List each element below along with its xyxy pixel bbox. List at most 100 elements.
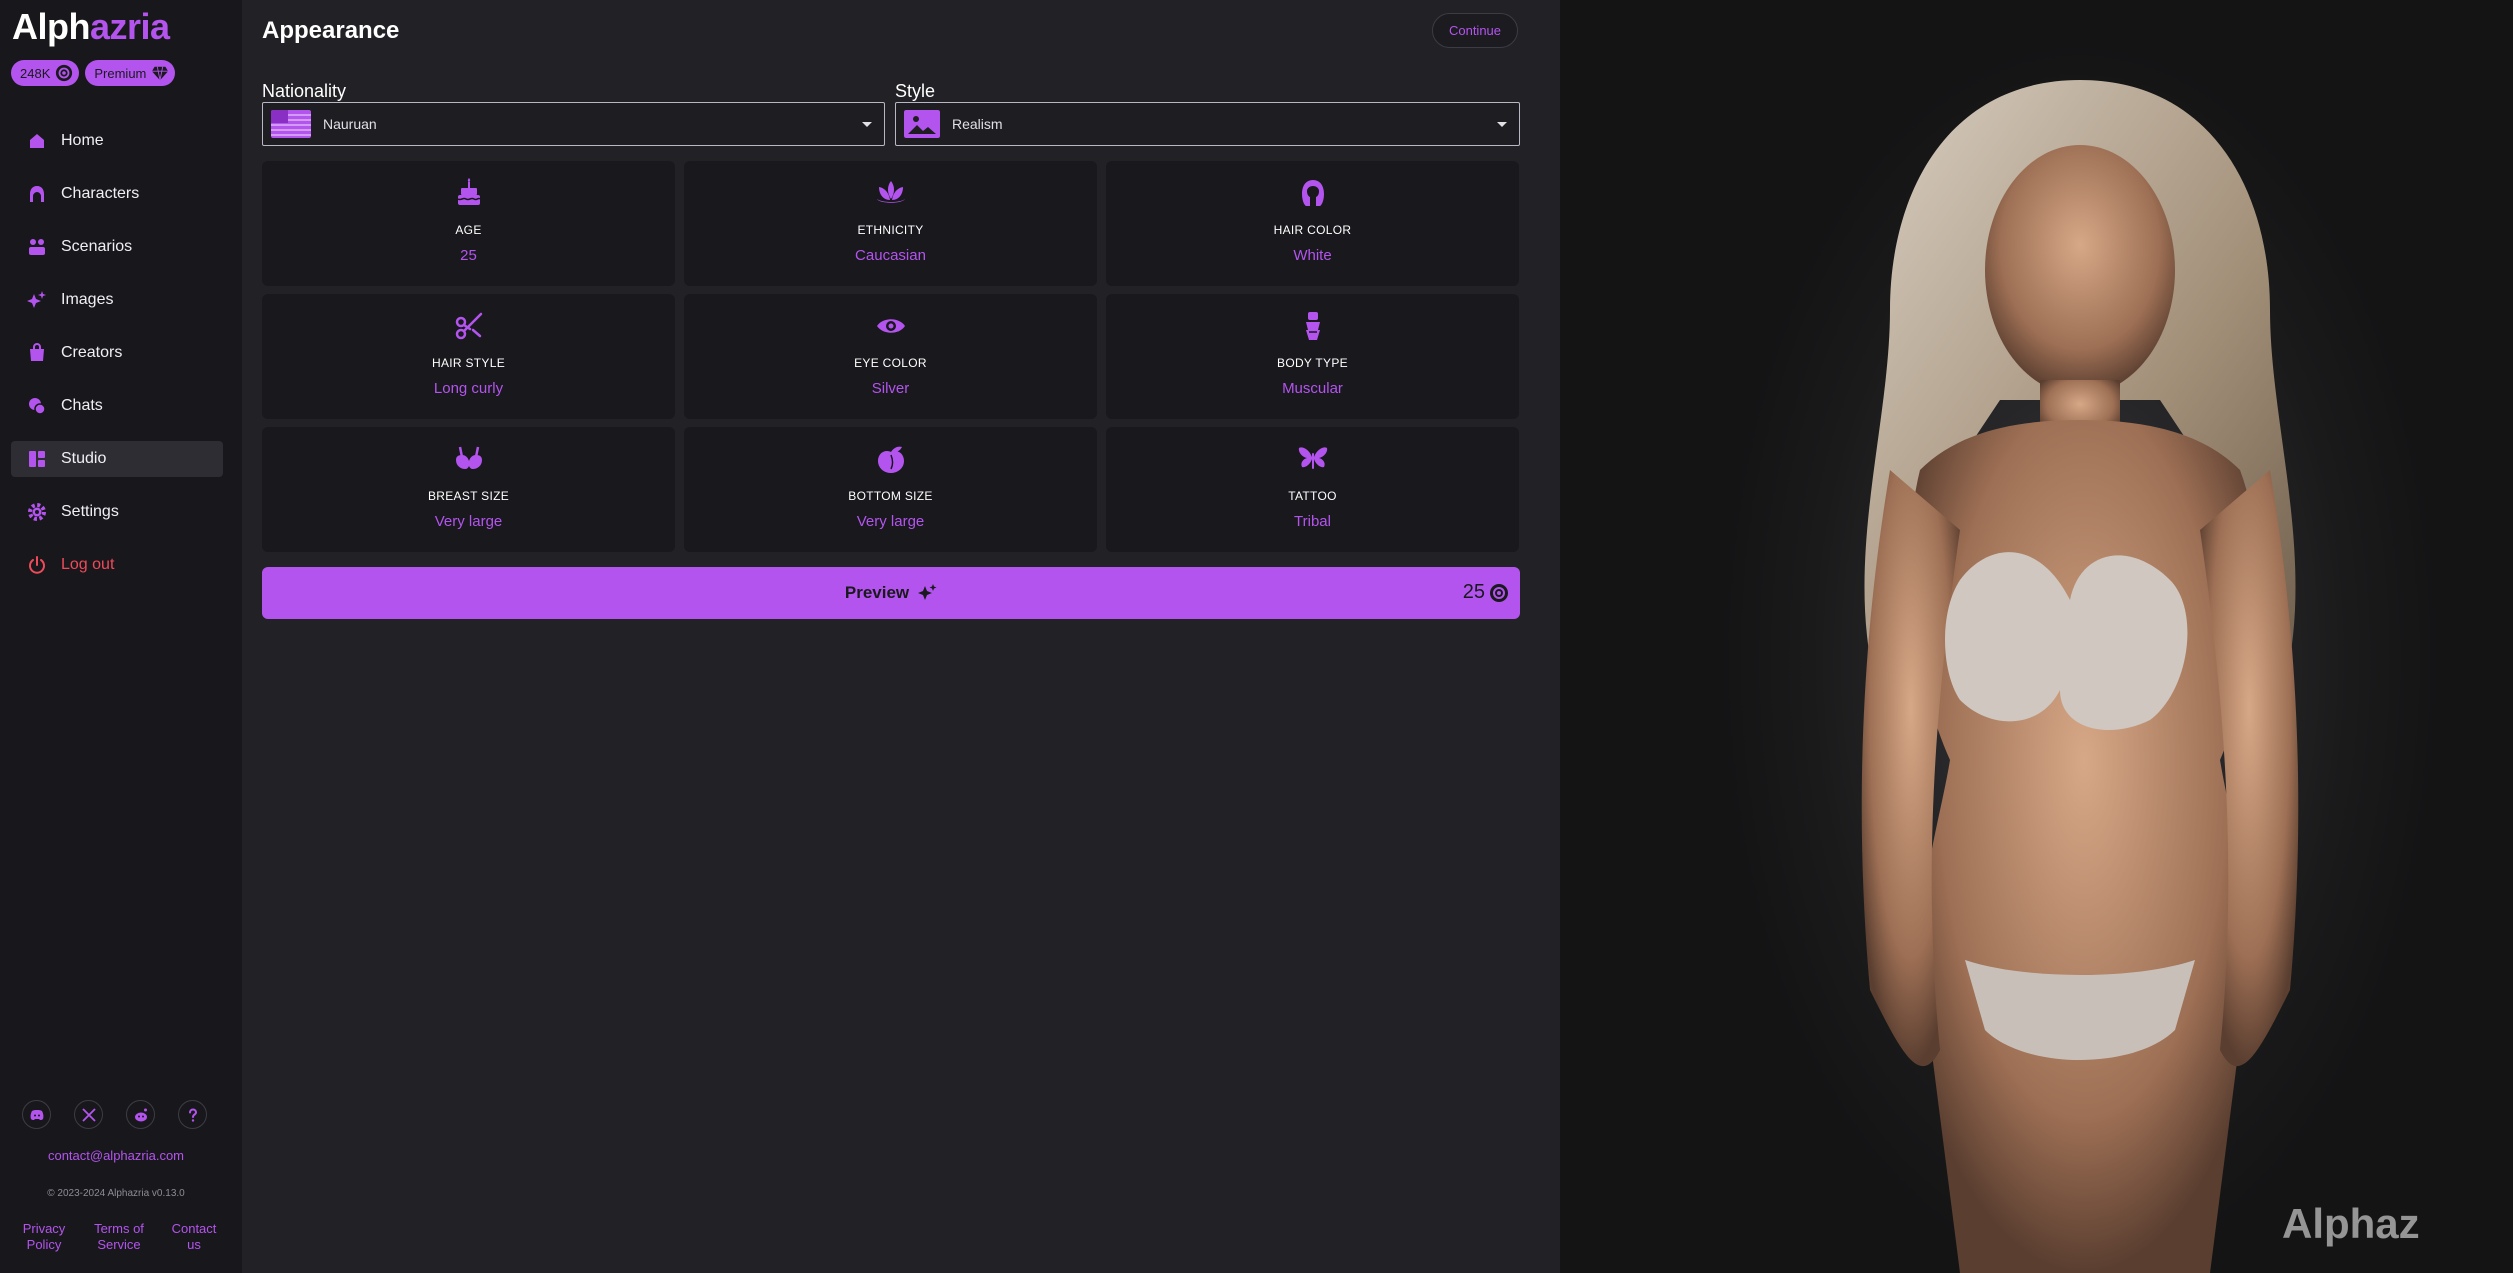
coin-icon (1490, 583, 1508, 602)
page-title: Appearance (262, 17, 400, 44)
hair-icon (1301, 180, 1324, 206)
contact-us-link[interactable]: Contact us (164, 1221, 224, 1253)
attribute-card-body-type[interactable]: BODY TYPE Muscular (1106, 294, 1519, 419)
sidebar-item-characters[interactable]: Characters (11, 176, 223, 212)
characters-icon (30, 186, 44, 202)
attribute-value: Silver (871, 380, 910, 397)
attribute-value: Long curly (433, 380, 504, 397)
reddit-icon (134, 1108, 147, 1121)
premium-label: Premium (94, 65, 147, 81)
sidebar: Alphazria 248K Premium Home Characters S… (0, 0, 242, 1273)
attribute-label: ETHNICITY (857, 223, 924, 237)
attribute-label: HAIR STYLE (431, 356, 506, 370)
character-preview-image: Alphaz (1560, 0, 2513, 1273)
power-icon (29, 556, 45, 574)
scissors-icon (455, 312, 482, 340)
sidebar-item-label: Images (61, 291, 114, 308)
nationality-select[interactable]: Nauruan (262, 102, 885, 146)
preview-button[interactable]: Preview 25 (262, 567, 1520, 619)
reddit-link[interactable] (126, 1100, 155, 1129)
attribute-card-breast-size[interactable]: BREAST SIZE Very large (262, 427, 675, 552)
discord-icon (30, 1109, 43, 1120)
attribute-card-eye-color[interactable]: EYE COLOR Silver (684, 294, 1097, 419)
sidebar-item-studio[interactable]: Studio (11, 441, 223, 477)
premium-badge[interactable]: Premium (85, 60, 176, 86)
continue-button[interactable]: Continue (1432, 13, 1518, 48)
sidebar-item-label: Log out (61, 556, 115, 573)
lotus-icon (876, 181, 905, 203)
sidebar-item-settings[interactable]: Settings (11, 494, 223, 530)
x-link[interactable] (74, 1100, 103, 1129)
sidebar-item-label: Home (61, 132, 104, 149)
preview-label: Preview (844, 583, 910, 602)
brand-logo-part1: Alph (12, 6, 90, 47)
gear-icon (28, 503, 46, 521)
attribute-value: 25 (460, 247, 477, 264)
attribute-label: AGE (455, 223, 482, 237)
character-silhouette (1861, 80, 2299, 1273)
credits-value: 248K (20, 65, 51, 81)
brand-logo-part2: azria (89, 6, 170, 47)
brand-logo[interactable]: Alphazria (12, 6, 170, 48)
attribute-card-hair-style[interactable]: HAIR STYLE Long curly (262, 294, 675, 419)
attribute-label: EYE COLOR (854, 356, 927, 370)
butterfly-icon (1298, 447, 1327, 469)
coin-icon (56, 64, 73, 82)
attributes-grid: AGE 25 ETHNICITY Caucasian HAIR COLOR Wh… (262, 161, 1520, 552)
privacy-policy-link[interactable]: Privacy Policy (14, 1221, 74, 1253)
cake-icon (457, 178, 481, 205)
style-value: Realism (952, 116, 1003, 132)
terms-of-service-link[interactable]: Terms of Service (89, 1221, 149, 1253)
style-select[interactable]: Realism (895, 102, 1520, 146)
nationality-label: Nationality (262, 81, 347, 101)
image-icon (904, 110, 940, 138)
watermark-text: Alphaz (2282, 1200, 2420, 1247)
attribute-label: HAIR COLOR (1273, 223, 1352, 237)
attribute-card-ethnicity[interactable]: ETHNICITY Caucasian (684, 161, 1097, 286)
footer-links: Privacy Policy Terms of Service Contact … (14, 1221, 224, 1253)
sidebar-item-scenarios[interactable]: Scenarios (11, 229, 223, 265)
attribute-value: Tribal (1294, 513, 1331, 530)
attribute-label: BOTTOM SIZE (848, 489, 933, 503)
sidebar-item-chats[interactable]: Chats (11, 388, 223, 424)
sidebar-item-creators[interactable]: Creators (11, 335, 223, 371)
home-icon (30, 134, 44, 148)
account-badges: 248K Premium (11, 60, 176, 86)
attribute-label: BREAST SIZE (427, 489, 510, 503)
sidebar-item-label: Scenarios (61, 238, 133, 255)
sidebar-item-images[interactable]: Images (11, 282, 223, 318)
attribute-label: TATTOO (1288, 489, 1337, 503)
nationality-value: Nauruan (323, 116, 377, 132)
contact-email-link[interactable]: contact@alphazria.com (0, 1148, 232, 1163)
sidebar-item-label: Creators (61, 344, 123, 361)
chevron-down-icon (862, 122, 872, 127)
shopping-bag-icon (30, 343, 44, 361)
sidebar-item-home[interactable]: Home (11, 123, 223, 159)
attribute-card-tattoo[interactable]: TATTOO Tribal (1106, 427, 1519, 552)
peach-icon (877, 446, 904, 473)
attribute-value: Caucasian (855, 247, 926, 264)
sidebar-item-label: Chats (61, 397, 103, 414)
sidebar-item-logout[interactable]: Log out (11, 547, 223, 583)
studio-icon (29, 451, 45, 467)
social-links (22, 1100, 207, 1129)
discord-link[interactable] (22, 1100, 51, 1129)
scenarios-icon (29, 239, 45, 255)
eye-icon (876, 319, 905, 333)
credits-badge[interactable]: 248K (11, 60, 80, 86)
sparkles-icon (27, 291, 46, 308)
attribute-card-bottom-size[interactable]: BOTTOM SIZE Very large (684, 427, 1097, 552)
attribute-value: Very large (434, 513, 503, 530)
attribute-value: Muscular (1282, 380, 1343, 397)
preview-cost: 25 (1463, 581, 1509, 604)
question-icon (188, 1108, 197, 1122)
sidebar-item-label: Characters (61, 185, 140, 202)
attribute-value: White (1293, 247, 1332, 264)
help-link[interactable] (178, 1100, 207, 1129)
attribute-card-hair-color[interactable]: HAIR COLOR White (1106, 161, 1519, 286)
sidebar-nav: Home Characters Scenarios Images Creator… (11, 123, 223, 600)
bra-icon (455, 446, 482, 469)
attribute-card-age[interactable]: AGE 25 (262, 161, 675, 286)
diamond-icon (152, 66, 169, 81)
sidebar-item-label: Settings (61, 503, 119, 520)
